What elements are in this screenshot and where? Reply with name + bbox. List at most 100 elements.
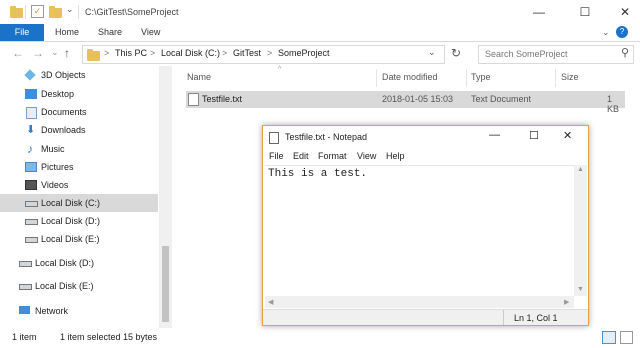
nav-label: Local Disk (D:) bbox=[35, 258, 95, 268]
details-view-button[interactable] bbox=[602, 331, 616, 344]
pictures-icon bbox=[25, 162, 37, 172]
cursor-position: Ln 1, Col 1 bbox=[514, 313, 558, 323]
notepad-content: This is a test. bbox=[268, 168, 368, 180]
nav-item-local-disk-c[interactable]: Local Disk (C:) bbox=[0, 194, 158, 212]
notepad-horizontal-scrollbar[interactable]: ◀ ▶ bbox=[265, 296, 574, 308]
nav-item-local-disk-d-root[interactable]: Local Disk (D:) bbox=[0, 254, 158, 272]
nav-item-music[interactable]: ♪ Music bbox=[0, 140, 158, 158]
nav-label: Local Disk (D:) bbox=[41, 216, 101, 226]
nav-item-documents[interactable]: Documents bbox=[0, 103, 158, 121]
notepad-close-button[interactable]: ✕ bbox=[563, 129, 572, 142]
breadcrumb-separator: > bbox=[222, 48, 228, 58]
nav-label: Pictures bbox=[41, 162, 74, 172]
breadcrumb-this-pc[interactable]: This PC bbox=[115, 48, 147, 58]
scroll-right-icon[interactable]: ▶ bbox=[564, 298, 569, 306]
properties-check-icon[interactable]: ✓ bbox=[31, 5, 44, 18]
scroll-left-icon[interactable]: ◀ bbox=[268, 298, 273, 306]
nav-scrollbar-thumb[interactable] bbox=[162, 246, 169, 322]
divider bbox=[78, 5, 79, 19]
selection-info: 1 item selected 15 bytes bbox=[60, 332, 158, 342]
nav-item-local-disk-d[interactable]: Local Disk (D:) bbox=[0, 212, 158, 230]
search-input[interactable]: Search SomeProject bbox=[478, 45, 634, 64]
nav-label: Local Disk (E:) bbox=[41, 234, 100, 244]
forward-button[interactable]: → bbox=[32, 46, 44, 60]
tab-home[interactable]: Home bbox=[55, 24, 79, 41]
tab-view[interactable]: View bbox=[141, 24, 160, 41]
nav-item-pictures[interactable]: Pictures bbox=[0, 158, 158, 176]
menu-edit[interactable]: Edit bbox=[293, 151, 309, 161]
address-bar[interactable]: > This PC > Local Disk (C:) > GitTest > … bbox=[82, 45, 445, 64]
notepad-titlebar[interactable]: Testfile.txt - Notepad — ☐ ✕ bbox=[263, 126, 588, 148]
folder-icon bbox=[10, 6, 23, 18]
nav-item-videos[interactable]: Videos bbox=[0, 176, 158, 194]
nav-item-local-disk-e-root[interactable]: Local Disk (E:) bbox=[0, 277, 158, 295]
music-icon: ♪ bbox=[27, 142, 33, 156]
column-header-date[interactable]: Date modified bbox=[382, 72, 438, 82]
maximize-button[interactable]: ☐ bbox=[570, 0, 600, 24]
notepad-vertical-scrollbar[interactable]: ▲ ▼ bbox=[574, 165, 587, 296]
downloads-icon: ⬇ bbox=[26, 124, 36, 136]
nav-item-network[interactable]: Network bbox=[0, 302, 158, 320]
nav-scrollbar[interactable] bbox=[159, 66, 172, 328]
nav-label: Network bbox=[35, 306, 69, 316]
quick-access-dropdown-icon[interactable]: ⌄ bbox=[66, 4, 74, 15]
new-folder-icon[interactable] bbox=[49, 6, 62, 18]
column-divider[interactable] bbox=[555, 69, 556, 87]
address-row: ← → ⌄ ↑ > This PC > Local Disk (C:) > Gi… bbox=[0, 42, 640, 66]
file-row[interactable]: Testfile.txt 2018-01-05 15:03 Text Docum… bbox=[186, 91, 625, 114]
drive-icon bbox=[25, 219, 38, 225]
close-button[interactable]: ✕ bbox=[610, 0, 640, 24]
notepad-menubar: File Edit Format View Help bbox=[263, 149, 588, 164]
breadcrumb-separator: > bbox=[267, 48, 273, 58]
tab-file[interactable]: File bbox=[0, 24, 44, 41]
nav-label: Documents bbox=[41, 107, 87, 117]
nav-label: Music bbox=[41, 144, 65, 154]
nav-item-3d-objects[interactable]: 3D Objects bbox=[0, 66, 158, 84]
recent-locations-icon[interactable]: ⌄ bbox=[51, 47, 59, 58]
window-title: C:\GitTest\SomeProject bbox=[85, 7, 179, 17]
address-dropdown-icon[interactable]: ⌄ bbox=[428, 47, 436, 58]
status-bar: 1 item 1 item selected 15 bytes bbox=[0, 328, 640, 348]
scroll-down-icon[interactable]: ▼ bbox=[577, 286, 584, 293]
menu-file[interactable]: File bbox=[269, 151, 284, 161]
file-size: 1 KB bbox=[607, 94, 620, 114]
divider bbox=[503, 310, 504, 325]
notepad-minimize-button[interactable]: — bbox=[489, 129, 500, 141]
ribbon-expand-icon[interactable]: ⌄ bbox=[602, 24, 610, 41]
nav-label: Desktop bbox=[41, 89, 75, 99]
nav-item-desktop[interactable]: Desktop bbox=[0, 85, 158, 103]
menu-help[interactable]: Help bbox=[386, 151, 405, 161]
drive-icon bbox=[25, 237, 38, 243]
ribbon-tabs: File Home Share View ⌄ ? bbox=[0, 24, 640, 42]
large-icons-view-button[interactable] bbox=[620, 331, 633, 344]
breadcrumb-local-disk-c[interactable]: Local Disk (C:) bbox=[161, 48, 220, 58]
breadcrumb-someproject[interactable]: SomeProject bbox=[278, 48, 330, 58]
column-header-type[interactable]: Type bbox=[471, 72, 491, 82]
tab-share[interactable]: Share bbox=[98, 24, 122, 41]
nav-label: 3D Objects bbox=[41, 70, 86, 80]
column-divider[interactable] bbox=[376, 69, 377, 87]
nav-item-local-disk-e[interactable]: Local Disk (E:) bbox=[0, 230, 158, 248]
breadcrumb-gittest[interactable]: GitTest bbox=[233, 48, 261, 58]
menu-format[interactable]: Format bbox=[318, 151, 347, 161]
back-button[interactable]: ← bbox=[12, 46, 24, 60]
scroll-up-icon[interactable]: ▲ bbox=[577, 166, 584, 173]
notepad-maximize-button[interactable]: ☐ bbox=[529, 129, 539, 142]
column-header-size[interactable]: Size bbox=[561, 72, 579, 82]
folder-icon bbox=[87, 49, 100, 61]
nav-label: Local Disk (E:) bbox=[35, 281, 94, 291]
nav-label: Local Disk (C:) bbox=[41, 198, 101, 208]
refresh-button[interactable]: ↻ bbox=[451, 46, 461, 60]
up-button[interactable]: ↑ bbox=[64, 46, 70, 60]
notepad-text-area[interactable]: This is a test. bbox=[265, 165, 574, 297]
nav-item-downloads[interactable]: ⬇ Downloads bbox=[0, 121, 158, 139]
column-header-name[interactable]: Name bbox=[187, 72, 211, 82]
file-name: Testfile.txt bbox=[202, 94, 243, 104]
column-divider[interactable] bbox=[466, 69, 467, 87]
minimize-button[interactable]: — bbox=[524, 0, 554, 24]
notepad-window[interactable]: Testfile.txt - Notepad — ☐ ✕ File Edit F… bbox=[262, 125, 589, 326]
item-count: 1 item bbox=[12, 332, 37, 342]
menu-view[interactable]: View bbox=[357, 151, 376, 161]
explorer-titlebar: ✓ ⌄ C:\GitTest\SomeProject — ☐ ✕ bbox=[0, 0, 640, 24]
help-icon[interactable]: ? bbox=[616, 26, 628, 38]
